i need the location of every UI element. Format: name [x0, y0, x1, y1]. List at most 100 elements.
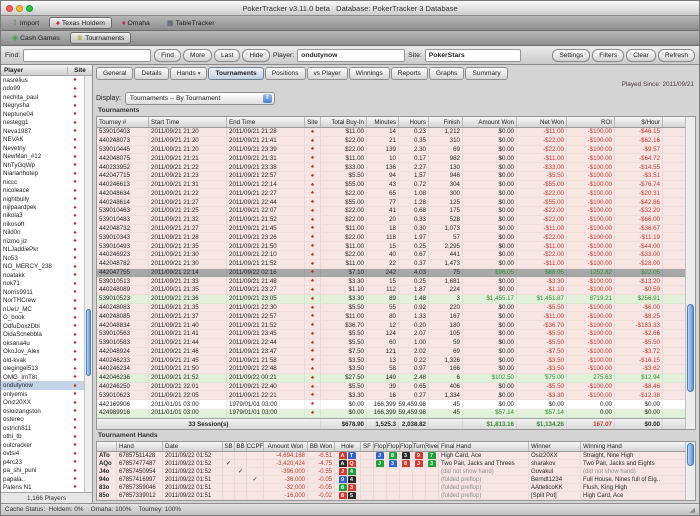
hand-row[interactable]: 85o 67857339012 2011/09/22 01:51 -16,000 -0.… [97, 492, 685, 500]
tab-tournaments[interactable]: Tournaments [208, 67, 264, 80]
tab-general[interactable]: General [96, 67, 134, 80]
column-header-hand-type[interactable] [97, 442, 117, 451]
tab-cash-games[interactable]: ◉ Cash Games [5, 32, 67, 44]
table-row[interactable]: 440246923 2011/09/21 21:30 2011/09/21 22:1… [97, 250, 685, 260]
find-button[interactable]: Find [154, 48, 181, 62]
hand-row[interactable]: 94o 67857416997 2011/09/22 01:51 ✓ -36,000 -0… [97, 476, 685, 484]
table-row[interactable]: 442047755 2011/09/21 22:14 2011/09/22 02:1… [97, 268, 685, 278]
player-list-item[interactable]: Nevetny ♠ [1, 144, 84, 152]
column-header-ccpf-5[interactable]: CCPF [247, 442, 264, 451]
filters-button[interactable]: Filters [592, 48, 625, 62]
player-list-item[interactable]: Neva1987 ♠ [1, 127, 84, 135]
hands-scrollbar[interactable] [685, 442, 695, 500]
table-row[interactable]: 539010513 2011/09/21 21:33 2011/09/21 21:4… [97, 277, 685, 287]
column-header-amount-won[interactable]: Amount Won [463, 117, 517, 127]
table-row[interactable]: 539010523 2011/09/21 21:36 2011/09/21 23:0… [97, 294, 685, 304]
column-header-total-buy-in[interactable]: Total Buy-In [321, 117, 367, 127]
table-row[interactable]: 539010623 2011/09/21 22:05 2011/09/21 22:2… [97, 391, 685, 401]
player-list-item[interactable]: nikola3 ♠ [1, 212, 84, 220]
player-list-item[interactable]: onlyemis ♠ [1, 390, 84, 398]
column-header-hand-1[interactable]: Hand [117, 442, 163, 451]
player-list-item[interactable]: nasrelius ♠ [1, 76, 84, 84]
table-row[interactable]: 442169906 2011/01/01 03:00 1979/01/01 03:0… [97, 400, 685, 409]
table-row[interactable]: 539010483 2011/09/21 21:32 2011/09/21 21:5… [97, 215, 685, 225]
column-header-roi[interactable]: ROI [567, 117, 615, 127]
table-row[interactable]: 424989916 2011/01/01 03:00 1979/01/01 03:0… [97, 409, 685, 418]
tab-graphs[interactable]: Graphs [428, 67, 465, 80]
column-header-tourney[interactable]: Tourney # [97, 117, 149, 127]
player-list-item[interactable]: OMG_ImT8t ♠ [1, 373, 84, 381]
player-list-item[interactable]: ondutynow ♠ [1, 381, 84, 390]
table-row[interactable]: 442048834 2011/09/21 21:40 2011/09/21 21:5… [97, 321, 685, 330]
more-button[interactable]: More [182, 48, 212, 62]
hide-button[interactable]: Hide [242, 48, 271, 62]
tournaments-scrollbar[interactable] [685, 117, 695, 429]
player-list-item[interactable]: ovtsi4 ♠ [1, 449, 84, 457]
table-row[interactable]: 539010583 2011/09/21 21:44 2011/09/21 22:4… [97, 338, 685, 348]
tab-summary[interactable]: Summary [465, 67, 508, 80]
tab-winnings[interactable]: Winnings [348, 67, 390, 80]
minimize-button[interactable] [16, 4, 23, 12]
player-list-item[interactable]: NorTHCrew ♠ [1, 297, 84, 305]
player-list-item[interactable]: p4rc23 ♠ [1, 458, 84, 466]
column-header-sb-3[interactable]: SB [223, 442, 235, 451]
tab-import[interactable]: ⇩ Import [5, 17, 46, 29]
player-list-item[interactable]: olegingel513 ♠ [1, 364, 84, 372]
column-header-flop-11[interactable]: Flop [387, 442, 400, 451]
column-header-flop-12[interactable]: Flop [400, 442, 413, 451]
table-row[interactable]: 440246613 2011/09/21 21:31 2011/09/21 22:1… [97, 180, 685, 190]
player-list-item[interactable]: oksana4u ♠ [1, 339, 84, 347]
column-header-start-time[interactable]: Start Time [149, 117, 227, 127]
player-list-item[interactable]: Palens N1 ♠ [1, 483, 84, 491]
table-row[interactable]: 440246233 2011/09/21 21:45 2011/09/21 21:5… [97, 356, 685, 366]
player-list-item[interactable]: old-kvak ♠ [1, 356, 84, 364]
tab-tabletracker[interactable]: ▦ TableTracker [160, 17, 222, 29]
column-header-bb-won-7[interactable]: BB Won [308, 442, 335, 451]
find-input[interactable] [23, 48, 152, 62]
player-list-item[interactable]: NO_MERCY_238 ♠ [1, 263, 84, 271]
player-list-item[interactable]: nikosoft ♠ [1, 220, 84, 228]
player-list-item[interactable]: nicoleace ♠ [1, 186, 84, 194]
tab-positions[interactable]: Positions [264, 67, 306, 80]
player-column-header[interactable]: Player [1, 66, 68, 74]
column-header-final-hand-15[interactable]: Final Hand [439, 442, 529, 451]
table-row[interactable]: 440248089 2011/09/21 21:35 2011/09/21 23:2… [97, 286, 685, 295]
player-list-item[interactable]: NEVAK ♠ [1, 135, 84, 143]
tab-tournaments[interactable]: ♛ Tournaments [69, 32, 132, 44]
player-list-item[interactable]: nijlpaardpek ♠ [1, 203, 84, 211]
refresh-button[interactable]: Refresh [657, 48, 695, 62]
table-row[interactable]: 440248614 2011/09/21 21:27 2011/09/21 22:4… [97, 198, 685, 208]
player-list-item[interactable]: Niarlanhotep ♠ [1, 169, 84, 177]
column-header-bb-4[interactable]: BB [235, 442, 247, 451]
table-row[interactable]: 539010403 2011/09/21 21:20 2011/09/21 21:2… [97, 128, 685, 137]
hand-row[interactable]: AQo 67857477487 2011/09/22 01:52 ✓ -3,420,42… [97, 460, 685, 468]
column-header-sf-9[interactable]: SF [361, 442, 374, 451]
player-list-item[interactable]: nizmo jiz ♠ [1, 237, 84, 245]
tab-vs-player[interactable]: vs Player [306, 67, 348, 80]
player-input[interactable]: ondutynow [297, 48, 406, 62]
player-list-item[interactable]: noatakk ♠ [1, 271, 84, 279]
player-list-item[interactable]: NhTyGqWp ♠ [1, 161, 84, 169]
sidebar-scrollbar-thumb[interactable] [86, 308, 91, 376]
column-header-amount-won-6[interactable]: Amount Won [264, 442, 308, 451]
player-list-item[interactable]: osloizangston ♠ [1, 407, 84, 415]
player-list-item[interactable]: Neptune04 ♠ [1, 110, 84, 118]
last-button[interactable]: Last [213, 48, 241, 62]
player-list-item[interactable]: OidaSchebbla ♠ [1, 331, 84, 339]
table-row[interactable]: 442047715 2011/09/21 21:23 2011/09/21 22:5… [97, 171, 685, 181]
player-list-item[interactable]: O_book ♠ [1, 314, 84, 322]
player-list-item[interactable]: nightbully ♠ [1, 195, 84, 203]
column-header-turn-13[interactable]: Turn [413, 442, 426, 451]
column-header-hole-8[interactable]: Hole [335, 442, 361, 451]
clear-button[interactable]: Clear [626, 48, 656, 62]
table-row[interactable]: 442048732 2011/09/21 21:27 2011/09/21 21:4… [97, 224, 685, 234]
table-row[interactable]: 539010445 2011/09/21 21:20 2011/09/21 23:3… [97, 145, 685, 155]
tab-texas-holdem[interactable]: ♠ Texas Holdem [49, 17, 112, 29]
table-row[interactable]: 539010563 2011/09/21 21:41 2011/09/21 23:4… [97, 329, 685, 339]
close-button[interactable] [6, 4, 13, 12]
table-row[interactable]: 442048924 2011/09/21 21:46 2011/09/21 23:4… [97, 347, 685, 357]
player-list-item[interactable]: niccc ♠ [1, 178, 84, 186]
tab-omaha[interactable]: ♦ Omaha [115, 17, 157, 29]
tab-details[interactable]: Details [134, 67, 169, 80]
column-header-winning-hand-17[interactable]: Winning Hand [581, 442, 685, 451]
